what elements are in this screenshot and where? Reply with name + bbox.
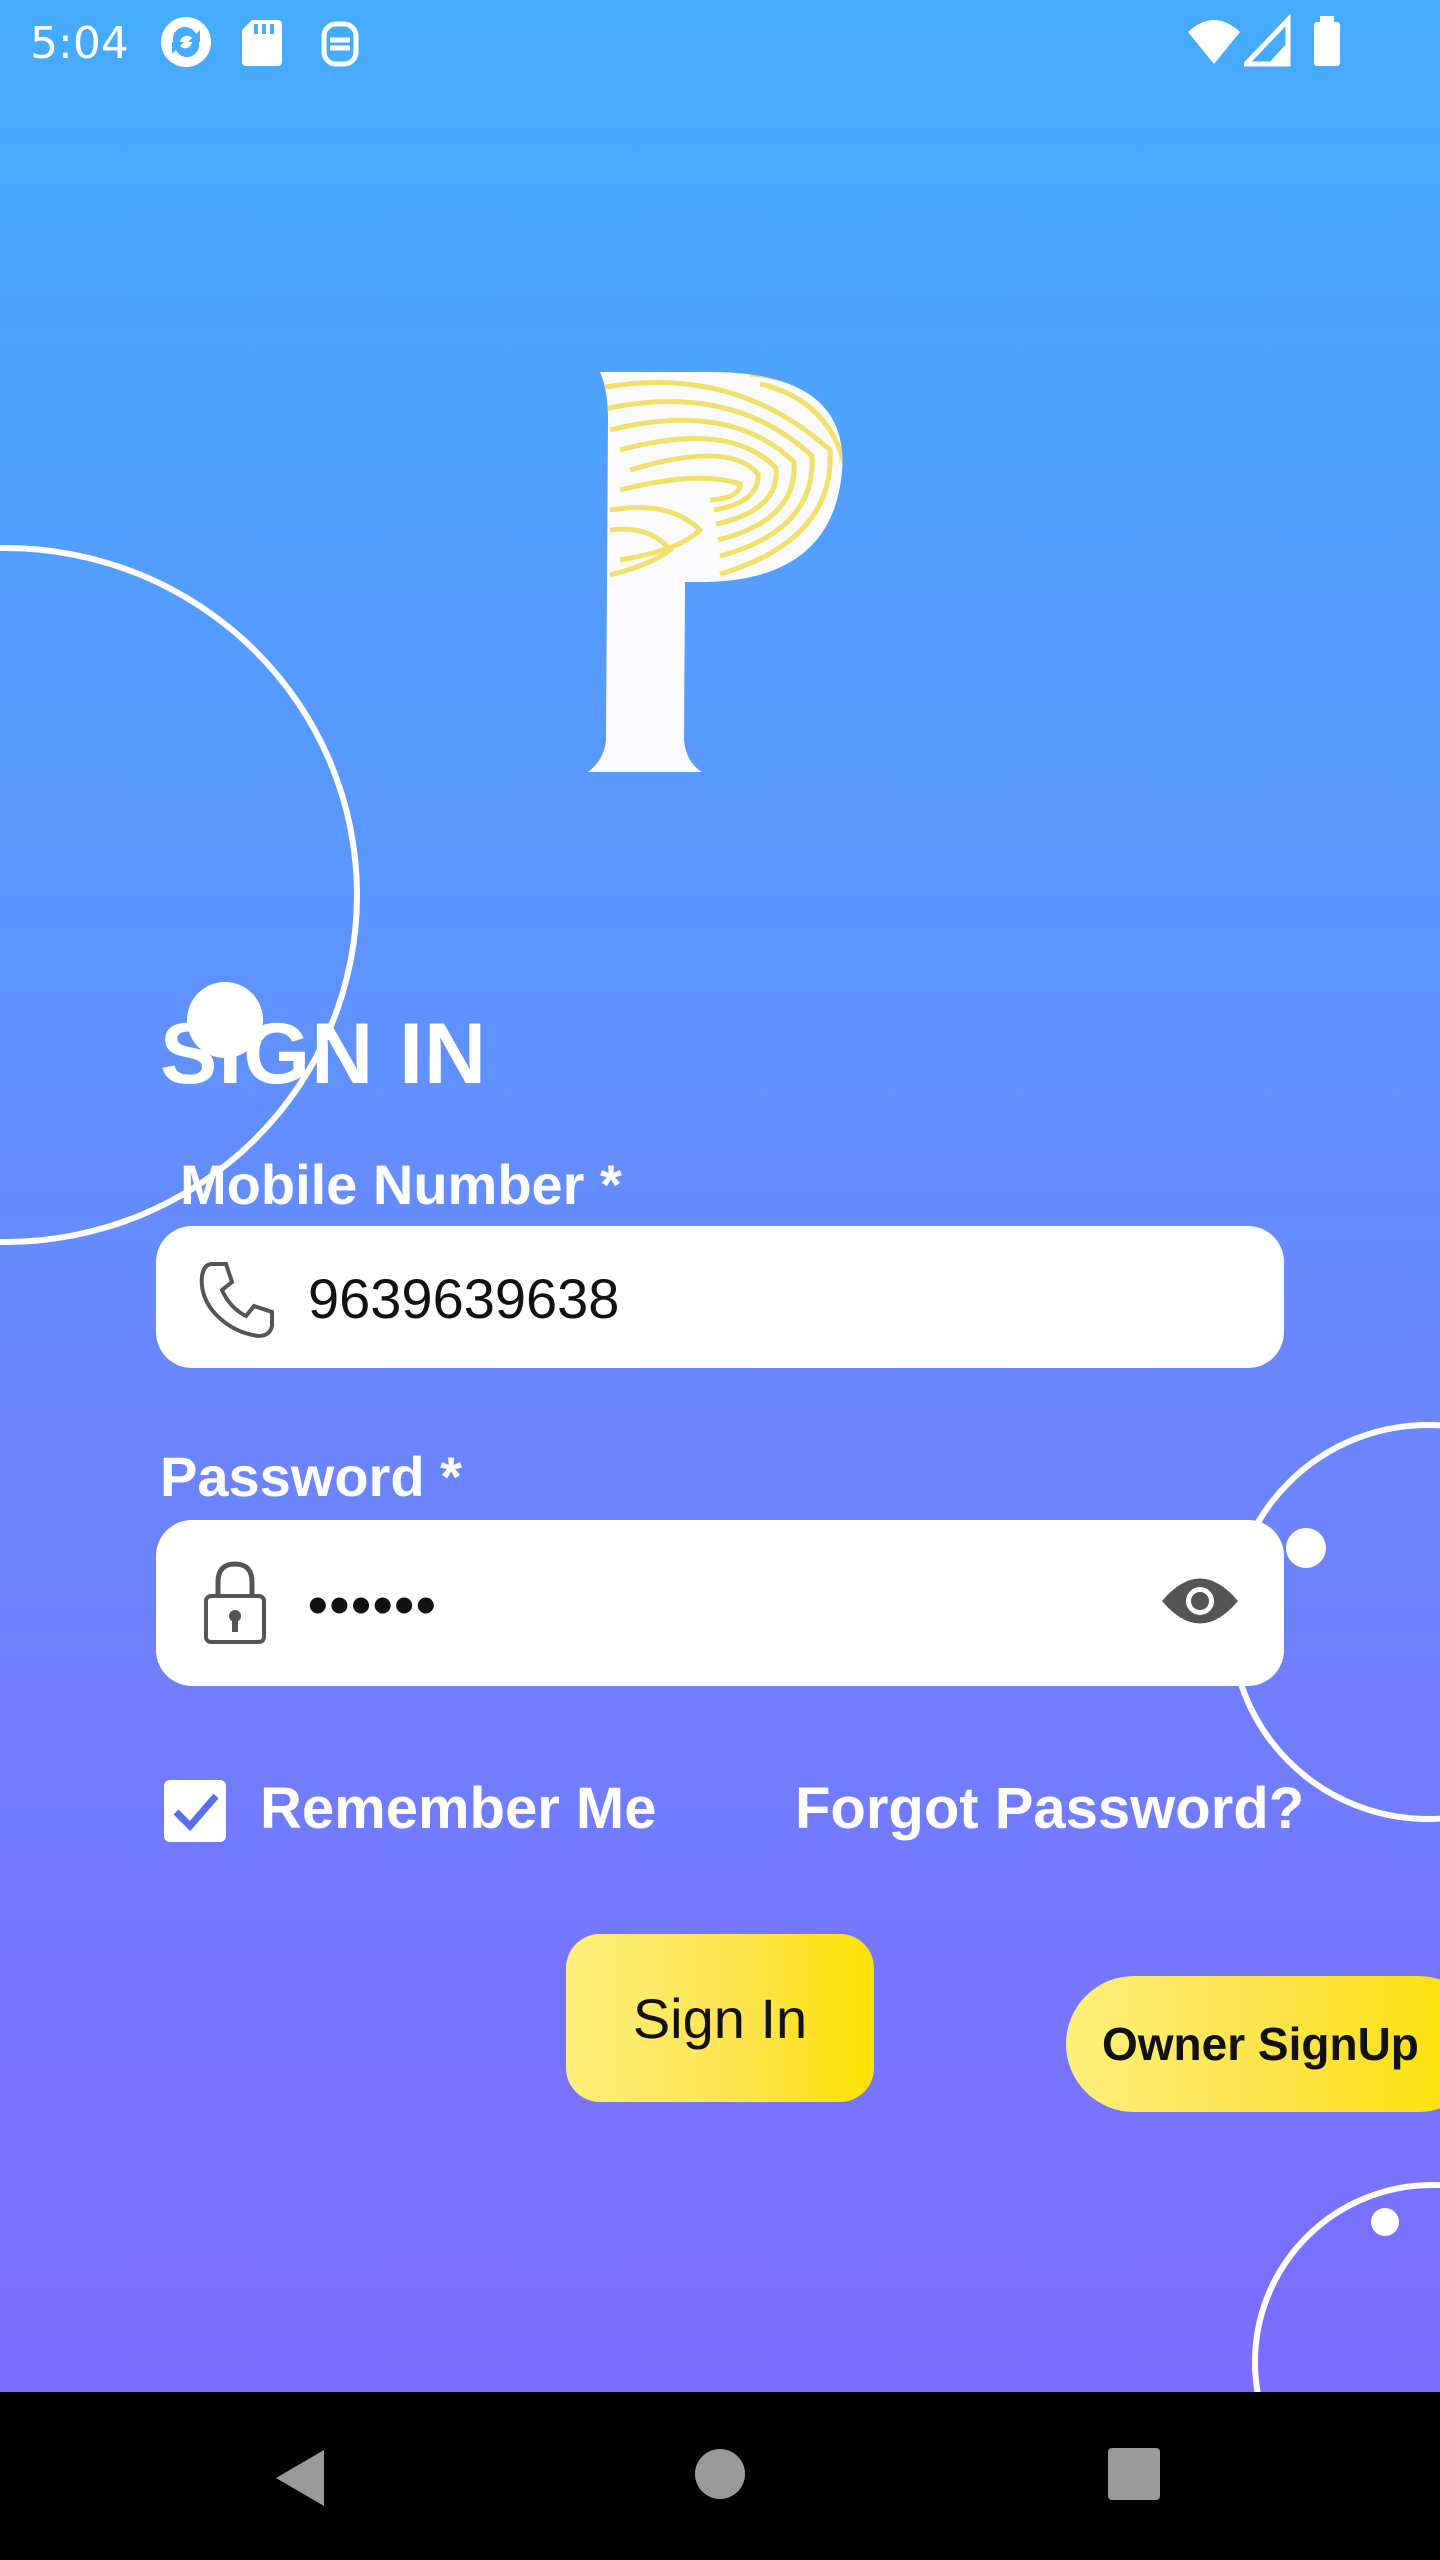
wifi-icon [1186, 14, 1242, 75]
password-input[interactable]: •••••• [308, 1572, 438, 1637]
mobile-number-field[interactable]: 9639639638 [156, 1226, 1284, 1368]
lock-icon [202, 1558, 268, 1653]
check-icon [173, 1793, 219, 1832]
decorative-circle-left [0, 545, 360, 1245]
status-time: 5:04 [30, 18, 129, 69]
status-bar: 5:04 [0, 0, 1440, 84]
accessibility-icon [318, 14, 362, 75]
owner-signup-label: Owner SignUp [1102, 2018, 1419, 2070]
signal-icon [1240, 13, 1292, 75]
login-screen: 5:04 SIGN IN Mobile Number * 9639639638 … [0, 0, 1440, 2392]
decorative-dot-right [1286, 1528, 1326, 1568]
eye-icon[interactable] [1160, 1570, 1240, 1637]
home-icon[interactable] [694, 2448, 746, 2505]
sync-icon [158, 14, 214, 75]
signin-button[interactable]: Sign In [566, 1934, 874, 2102]
mobile-number-input[interactable]: 9639639638 [308, 1266, 619, 1331]
password-field[interactable]: •••••• [156, 1520, 1284, 1686]
battery-icon [1312, 14, 1342, 75]
decorative-dot-bottom [1371, 2208, 1399, 2236]
decorative-circle-bottom [1252, 2182, 1440, 2392]
recents-icon[interactable] [1108, 2448, 1160, 2505]
signin-title: SIGN IN [160, 1006, 488, 1102]
password-label: Password * [160, 1445, 462, 1508]
back-icon[interactable] [272, 2446, 328, 2515]
remember-me-label[interactable]: Remember Me [260, 1775, 656, 1842]
app-logo [580, 360, 860, 780]
navigation-bar [0, 2392, 1440, 2560]
owner-signup-button[interactable]: Owner SignUp [1066, 1976, 1440, 2112]
phone-icon [194, 1256, 280, 1347]
mobile-number-label: Mobile Number * [180, 1153, 622, 1216]
remember-me-checkbox[interactable] [164, 1780, 226, 1842]
forgot-password-link[interactable]: Forgot Password? [795, 1775, 1304, 1842]
signin-button-label: Sign In [632, 1986, 808, 2050]
sd-card-icon [240, 14, 284, 75]
